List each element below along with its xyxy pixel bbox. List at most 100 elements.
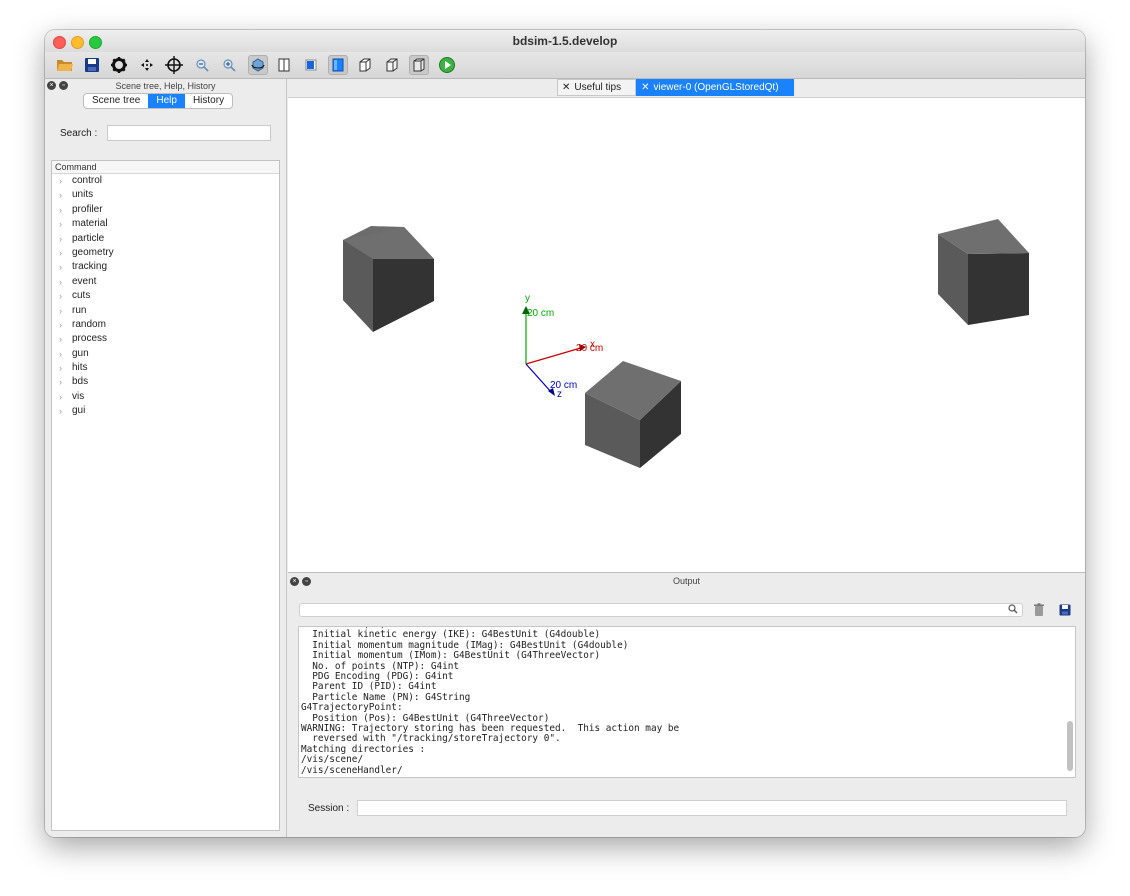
session-command-input[interactable] xyxy=(357,800,1067,816)
chevron-right-icon[interactable]: › xyxy=(59,188,62,202)
tree-item-profiler[interactable]: › profiler xyxy=(52,203,279,217)
tree-item-particle[interactable]: › particle xyxy=(52,232,279,246)
tree-item-process[interactable]: › process xyxy=(52,332,279,346)
output-text-area[interactable]: Track ID (ID): G4int Initial kinetic ene… xyxy=(298,626,1076,778)
chevron-right-icon[interactable]: › xyxy=(59,275,62,289)
help-command-tree: Command › control › units › profiler › material… xyxy=(51,160,280,831)
dock-tab-bar: Scene tree Help History xyxy=(83,93,234,109)
chevron-right-icon[interactable]: › xyxy=(59,217,62,231)
tree-column-header: Command xyxy=(52,161,279,174)
tree-item-label: gui xyxy=(72,405,86,417)
chevron-right-icon[interactable]: › xyxy=(59,404,62,418)
y-axis-length: 20 cm xyxy=(527,308,555,319)
tree-item-random[interactable]: › random xyxy=(52,318,279,332)
opengl-viewer[interactable]: y 20 cm x 20 cm z 20 cm xyxy=(288,97,1085,572)
app-window: bdsim-1.5.develop × ▫ Scene tree, Help, … xyxy=(45,30,1085,837)
run-beam-icon[interactable] xyxy=(437,55,457,75)
tree-item-cuts[interactable]: › cuts xyxy=(52,289,279,303)
clear-output-trash-icon[interactable] xyxy=(1033,603,1045,620)
orthographic-icon[interactable] xyxy=(409,55,429,75)
chevron-right-icon[interactable]: › xyxy=(59,361,62,375)
chevron-right-icon[interactable]: › xyxy=(59,375,62,389)
save-output-icon[interactable] xyxy=(1059,604,1071,619)
chevron-right-icon[interactable]: › xyxy=(59,347,62,361)
close-tab-icon[interactable]: ✕ xyxy=(641,82,649,93)
pick-target-icon[interactable] xyxy=(164,55,184,75)
tree-item-bds[interactable]: › bds xyxy=(52,375,279,389)
perspective-icon[interactable] xyxy=(382,55,402,75)
z-axis-length: 20 cm xyxy=(550,380,578,391)
output-log: Track ID (ID): G4int Initial kinetic ene… xyxy=(301,627,680,776)
chevron-right-icon[interactable]: › xyxy=(59,304,62,318)
move-icon[interactable] xyxy=(137,55,157,75)
chevron-right-icon[interactable]: › xyxy=(59,246,62,260)
chevron-right-icon[interactable]: › xyxy=(59,390,62,404)
x-axis-length: 20 cm xyxy=(576,343,604,354)
cube-volume xyxy=(343,226,434,332)
tab-help[interactable]: Help xyxy=(148,94,185,108)
y-axis-label: y xyxy=(525,293,530,304)
chevron-right-icon[interactable]: › xyxy=(59,332,62,346)
hidden-line-icon[interactable] xyxy=(301,55,321,75)
help-search-input[interactable] xyxy=(107,125,271,141)
cube-volume xyxy=(585,361,681,468)
tree-item-label: gun xyxy=(72,347,89,359)
chevron-right-icon[interactable]: › xyxy=(59,203,62,217)
dock-title: Scene tree, Help, History xyxy=(115,81,216,91)
tree-item-run[interactable]: › run xyxy=(52,304,279,318)
window-title: bdsim-1.5.develop xyxy=(512,34,618,48)
tree-item-control[interactable]: › control xyxy=(52,174,279,188)
tab-scene-tree[interactable]: Scene tree xyxy=(84,94,148,108)
tree-item-event[interactable]: › event xyxy=(52,275,279,289)
output-scrollbar[interactable] xyxy=(1067,721,1073,771)
tree-item-material[interactable]: › material xyxy=(52,217,279,231)
zoom-window-button[interactable] xyxy=(89,36,102,49)
chevron-right-icon[interactable]: › xyxy=(59,289,62,303)
open-folder-icon[interactable] xyxy=(55,55,75,75)
chevron-right-icon[interactable]: › xyxy=(59,260,62,274)
settings-gear-icon[interactable] xyxy=(109,55,129,75)
tree-item-label: bds xyxy=(72,376,89,388)
tree-item-tracking[interactable]: › tracking xyxy=(52,260,279,274)
minimize-window-button[interactable] xyxy=(71,36,84,49)
tree-item-label: particle xyxy=(72,232,105,244)
tab-label: Useful tips xyxy=(574,82,622,93)
zoom-in-icon[interactable] xyxy=(219,55,239,75)
wireframe-icon[interactable] xyxy=(274,55,294,75)
tab-label: viewer-0 (OpenGLStoredQt) xyxy=(653,82,779,93)
viewer-tab-bar: ✕ Useful tips ✕ viewer-0 (OpenGLStoredQt) xyxy=(557,79,794,96)
close-tab-icon[interactable]: ✕ xyxy=(562,82,570,93)
search-icon xyxy=(1008,604,1018,617)
save-icon[interactable] xyxy=(82,55,102,75)
tree-item-gui[interactable]: › gui xyxy=(52,404,279,418)
tree-item-geometry[interactable]: › geometry xyxy=(52,246,279,260)
tree-item-label: geometry xyxy=(72,246,114,258)
tree-item-hits[interactable]: › hits xyxy=(52,361,279,375)
tree-item-gun[interactable]: › gun xyxy=(52,347,279,361)
tree-item-label: run xyxy=(72,304,87,316)
toolbar xyxy=(45,52,1085,79)
output-filter-input[interactable] xyxy=(299,603,1023,617)
rotate-view-icon[interactable] xyxy=(248,55,268,75)
cube-volume xyxy=(938,219,1029,325)
tree-item-vis[interactable]: › vis xyxy=(52,390,279,404)
solid-surface-icon[interactable] xyxy=(328,55,348,75)
chevron-right-icon[interactable]: › xyxy=(59,232,62,246)
tree-item-label: hits xyxy=(72,362,88,374)
zoom-out-icon[interactable] xyxy=(192,55,212,75)
chevron-right-icon[interactable]: › xyxy=(59,318,62,332)
tree-item-units[interactable]: › units xyxy=(52,188,279,202)
tab-viewer-0[interactable]: ✕ viewer-0 (OpenGLStoredQt) xyxy=(636,79,794,96)
tab-history[interactable]: History xyxy=(185,94,232,108)
chevron-right-icon[interactable]: › xyxy=(59,174,62,188)
scene-help-history-dock: × ▫ Scene tree, Help, History Scene tree… xyxy=(45,79,287,837)
tab-useful-tips[interactable]: ✕ Useful tips xyxy=(557,79,637,96)
session-label: Session : xyxy=(308,803,350,814)
output-dock: × ▫ Output Track ID (ID): G4int Initial … xyxy=(288,572,1085,837)
hidden-surface-icon[interactable] xyxy=(355,55,375,75)
close-window-button[interactable] xyxy=(53,36,66,49)
scene-canvas xyxy=(343,219,1029,468)
tree-item-label: event xyxy=(72,275,97,287)
tree-item-label: profiler xyxy=(72,203,103,215)
tree-item-label: material xyxy=(72,218,108,230)
